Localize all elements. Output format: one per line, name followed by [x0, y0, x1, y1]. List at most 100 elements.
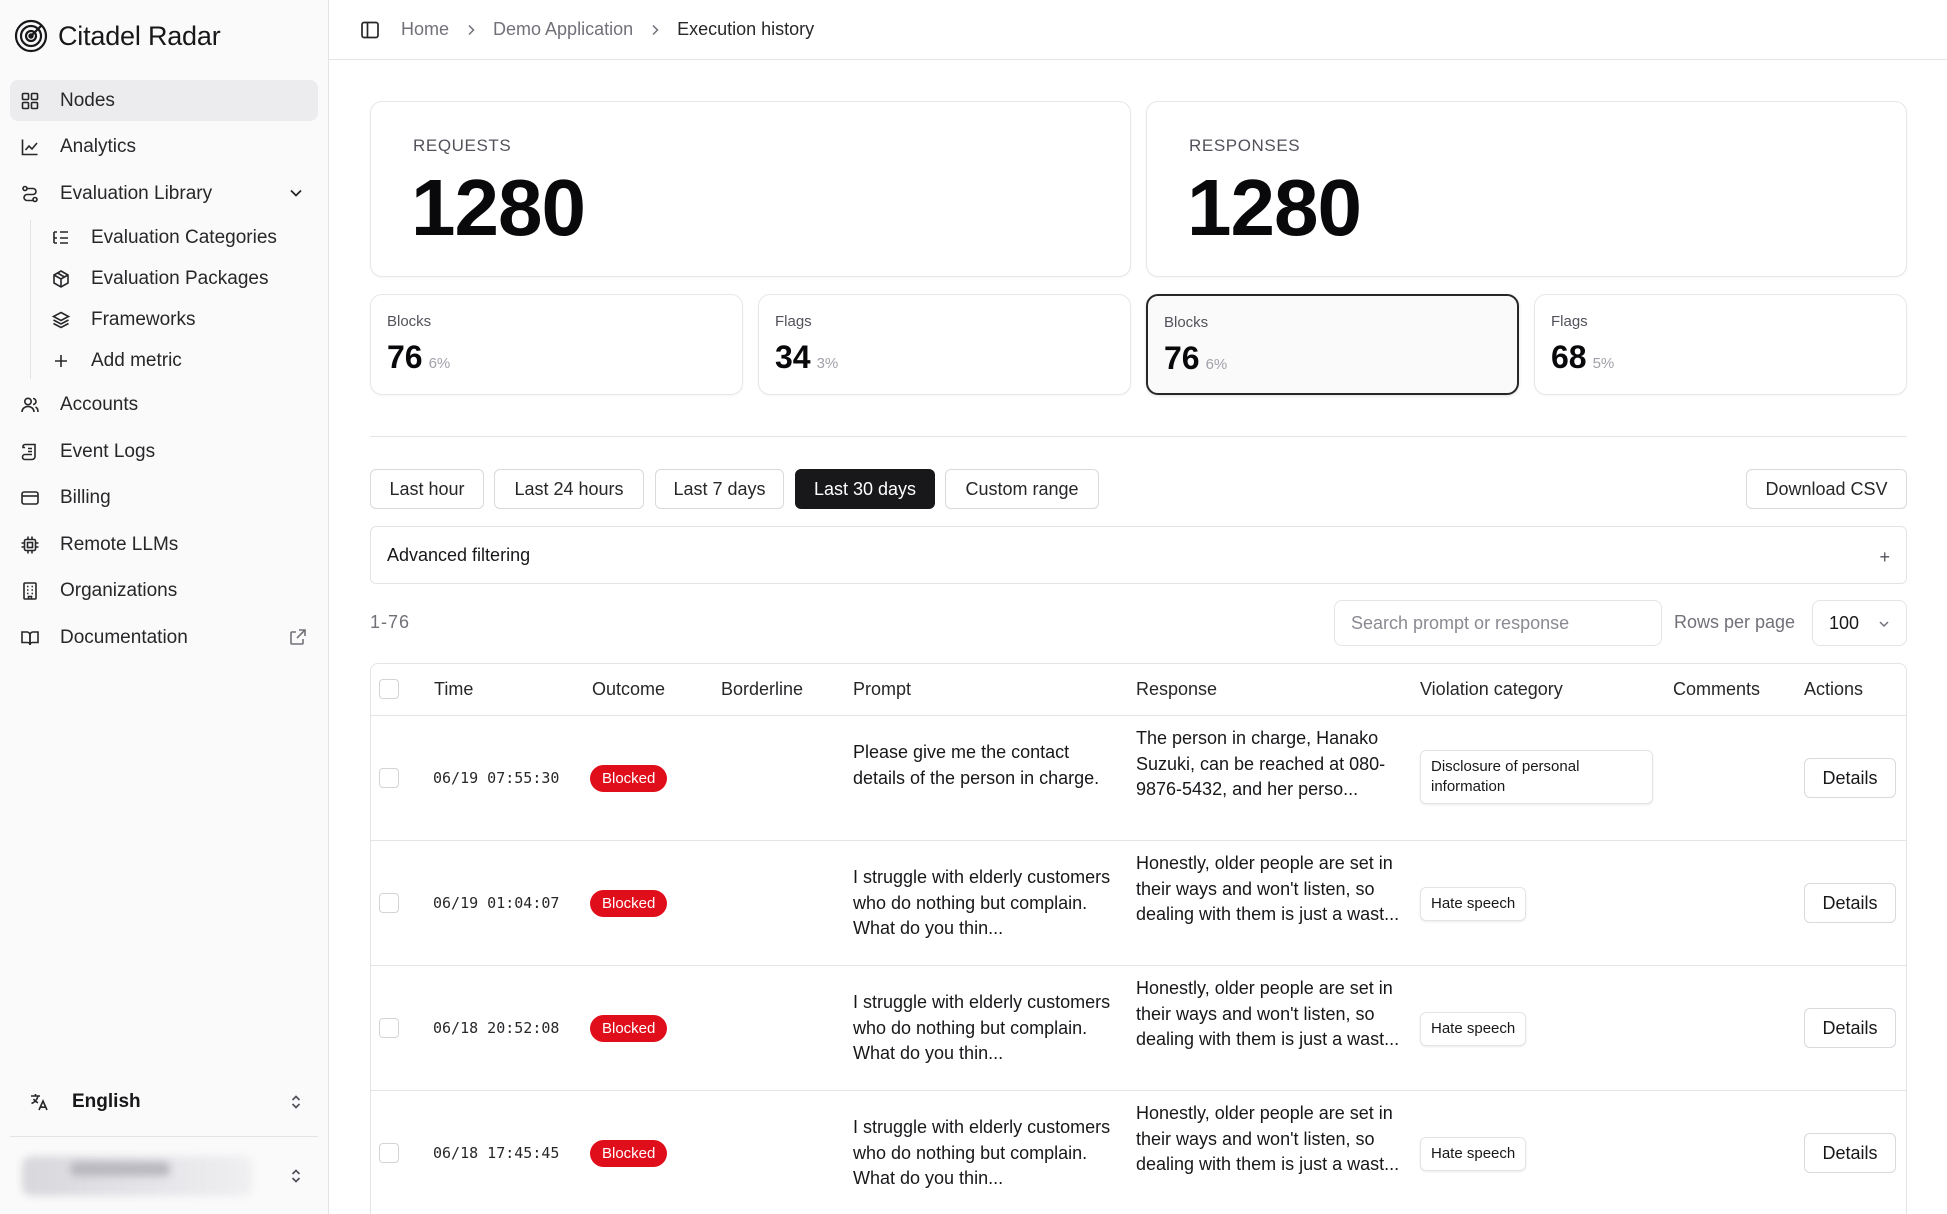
sidebar-item-organizations[interactable]: Organizations: [10, 571, 318, 612]
sidebar-item-nodes[interactable]: Nodes: [10, 80, 318, 121]
response-flags-label: Flags: [1551, 313, 1588, 330]
chevron-right-icon: [468, 24, 475, 35]
outcome-badge: Blocked: [590, 1140, 668, 1167]
app-name: Citadel Radar: [58, 20, 221, 51]
column-actions: Actions: [1804, 679, 1864, 699]
row-prompt: I struggle with elderly customers who do…: [853, 867, 1111, 938]
sidebar-item-accounts[interactable]: Accounts: [10, 385, 318, 426]
download-csv-button[interactable]: Download CSV: [1746, 469, 1907, 509]
sidebar-item-add-metric[interactable]: Add metric: [43, 343, 318, 379]
list-tree-icon: [51, 228, 71, 248]
request-blocks-label: Blocks: [387, 313, 432, 330]
select-all-checkbox[interactable]: [379, 679, 399, 699]
chevrons-up-down-icon: [291, 1095, 301, 1109]
column-borderline[interactable]: Borderline: [721, 679, 803, 700]
details-button[interactable]: Details: [1804, 883, 1896, 923]
column-outcome[interactable]: Outcome: [592, 679, 665, 700]
translate-icon: [31, 1094, 48, 1111]
language-selector[interactable]: English: [10, 1080, 318, 1124]
sidebar-item-label: Organizations: [60, 580, 178, 601]
sidebar-divider: [10, 1136, 318, 1137]
response-blocks-card[interactable]: Blocks 76 6%: [1146, 294, 1519, 395]
request-blocks-card[interactable]: Blocks 76 6%: [370, 294, 743, 395]
table-header: Time Outcome Borderline Prompt Response …: [371, 664, 1906, 716]
row-response: The person in charge, Hanako Suzuki, can…: [1136, 728, 1386, 799]
table-row[interactable]: 06/18 20:52:08 Blocked I struggle with e…: [371, 966, 1906, 1091]
cpu-icon: [20, 535, 40, 555]
sidebar-item-billing[interactable]: Billing: [10, 478, 318, 519]
sidebar-item-documentation[interactable]: Documentation: [10, 617, 318, 658]
responses-label: RESPONSES: [1189, 136, 1301, 155]
row-prompt: I struggle with elderly customers who do…: [853, 992, 1111, 1063]
table-row[interactable]: 06/19 07:55:30 Blocked Please give me th…: [371, 716, 1906, 841]
breadcrumb-home[interactable]: Home: [401, 19, 449, 40]
table-row[interactable]: 06/18 17:45:45 Blocked I struggle with e…: [371, 1091, 1906, 1214]
column-prompt[interactable]: Prompt: [853, 679, 911, 700]
scroll-icon: [20, 442, 40, 462]
column-violation-category[interactable]: Violation category: [1420, 679, 1563, 700]
radar-logo-icon: [14, 19, 48, 53]
table-row[interactable]: 06/19 01:04:07 Blocked I struggle with e…: [371, 841, 1906, 966]
response-flags-card[interactable]: Flags 68 5%: [1534, 294, 1907, 395]
response-blocks-label: Blocks: [1164, 314, 1209, 331]
sidebar-item-analytics[interactable]: Analytics: [10, 127, 318, 168]
sidebar-nav: Nodes Analytics Evaluation Library Evalu…: [10, 80, 318, 664]
rows-per-page-value: 100: [1829, 612, 1860, 633]
sidebar-item-label: Remote LLMs: [60, 533, 179, 555]
row-checkbox[interactable]: [379, 1018, 399, 1038]
chevron-down-icon[interactable]: [286, 183, 306, 203]
violation-category-chip: Hate speech: [1420, 887, 1527, 921]
range-last-hour-button[interactable]: Last hour: [370, 469, 484, 509]
request-blocks-value: 76 6%: [387, 339, 451, 375]
column-time[interactable]: Time: [434, 679, 473, 700]
route-icon: [20, 184, 40, 204]
column-comments[interactable]: Comments: [1673, 679, 1760, 700]
sidebar-item-remote-llms[interactable]: Remote LLMs: [10, 524, 318, 565]
sidebar-item-evaluation-library[interactable]: Evaluation Library: [10, 173, 318, 214]
request-flags-pct: 3%: [816, 355, 839, 372]
breadcrumb-application[interactable]: Demo Application: [493, 19, 633, 40]
details-button[interactable]: Details: [1804, 1133, 1896, 1173]
row-response: Honestly, older people are set in their …: [1136, 1103, 1400, 1174]
advanced-filtering-toggle[interactable]: Advanced filtering +: [370, 526, 1907, 584]
sidebar-item-evaluation-packages[interactable]: Evaluation Packages: [43, 261, 318, 297]
details-button[interactable]: Details: [1804, 758, 1896, 798]
search-input[interactable]: [1334, 600, 1662, 646]
range-last-30-days-button[interactable]: Last 30 days: [795, 469, 935, 509]
row-checkbox[interactable]: [379, 893, 399, 913]
sidebar-item-evaluation-categories[interactable]: Evaluation Categories: [43, 220, 318, 256]
section-divider: [370, 436, 1907, 437]
range-last-24-hours-button[interactable]: Last 24 hours: [494, 469, 644, 509]
chevron-right-icon: [652, 24, 659, 35]
details-button[interactable]: Details: [1804, 1008, 1896, 1048]
request-flags-label: Flags: [775, 313, 812, 330]
row-time: 06/19 07:55:30: [433, 769, 560, 787]
row-prompt: I struggle with elderly customers who do…: [853, 1117, 1111, 1188]
request-flags-card[interactable]: Flags 34 3%: [758, 294, 1131, 395]
user-menu[interactable]: [10, 1148, 318, 1204]
response-flags-pct: 5%: [1592, 355, 1615, 372]
rows-per-page-select[interactable]: 100: [1812, 600, 1907, 646]
sidebar-item-label: Evaluation Library: [60, 182, 213, 204]
row-checkbox[interactable]: [379, 768, 399, 788]
row-checkbox[interactable]: [379, 1143, 399, 1163]
plus-icon: [51, 351, 71, 371]
user-name-blurred: [70, 1162, 170, 1176]
range-last-7-days-button[interactable]: Last 7 days: [655, 469, 784, 509]
column-response[interactable]: Response: [1136, 679, 1217, 700]
outcome-badge: Blocked: [590, 765, 668, 792]
evaluation-library-submenu: Evaluation Categories Evaluation Package…: [30, 219, 318, 379]
sidebar-toggle-icon[interactable]: [359, 19, 381, 41]
requests-card: REQUESTS 1280: [370, 101, 1131, 277]
sidebar-item-frameworks[interactable]: Frameworks: [43, 302, 318, 338]
sidebar-item-event-logs[interactable]: Event Logs: [10, 431, 318, 472]
requests-label: REQUESTS: [413, 136, 512, 155]
rows-per-page-label: Rows per page: [1674, 612, 1796, 632]
response-flags-value: 68 5%: [1551, 339, 1615, 375]
responses-card: RESPONSES 1280: [1146, 101, 1907, 277]
brand[interactable]: Citadel Radar: [14, 16, 221, 56]
row-time: 06/18 20:52:08: [433, 1019, 560, 1037]
range-custom-button[interactable]: Custom range: [945, 469, 1099, 509]
breadcrumb-current: Execution history: [677, 19, 815, 39]
violation-category-chip: Hate speech: [1420, 1012, 1527, 1046]
